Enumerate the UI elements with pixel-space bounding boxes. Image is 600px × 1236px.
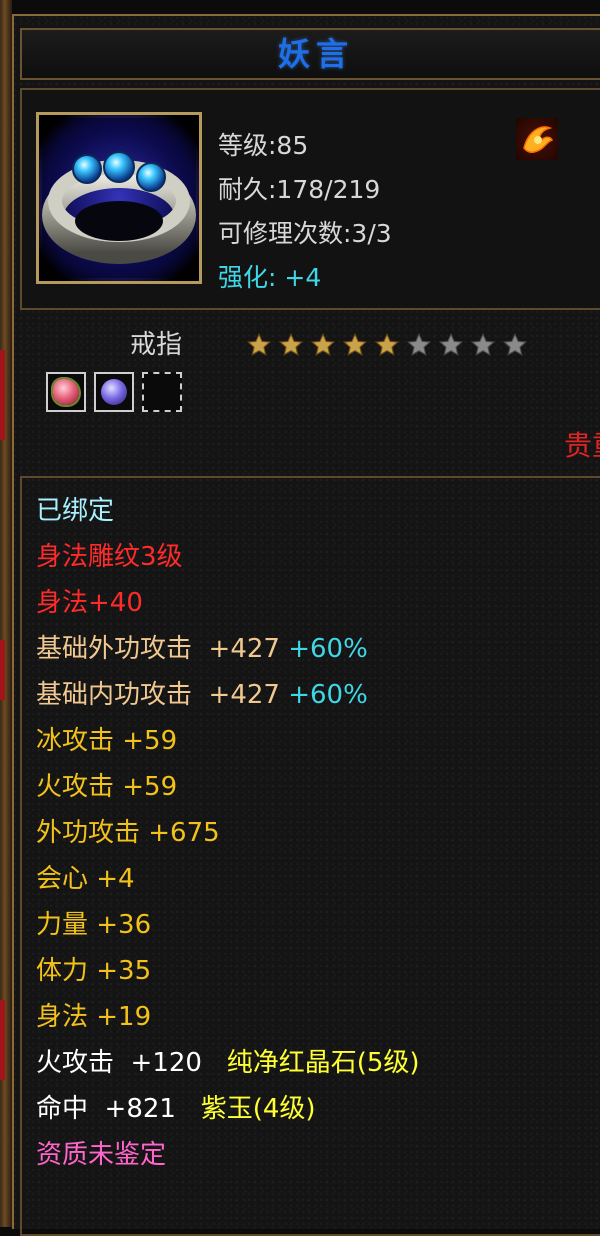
item-info: 等级:85 耐久:178/219 可修理次数:3/3 强化: +4 bbox=[20, 88, 600, 310]
item-enhance: 强化: +4 bbox=[218, 263, 322, 292]
base-external-attack-value: 基础外功攻击 +427 bbox=[36, 634, 280, 664]
item-icon-frame bbox=[36, 112, 202, 284]
gem-bonus-red: 火攻击 +120 纯净红晶石(5级) bbox=[36, 1048, 420, 1078]
purple-gem-icon bbox=[101, 379, 127, 405]
critical: 会心 +4 bbox=[36, 864, 135, 894]
base-external-attack: 基础外功攻击 +427 +60% bbox=[36, 634, 368, 664]
item-level: 等级:85 bbox=[218, 131, 309, 160]
socket-slot[interactable] bbox=[46, 372, 86, 412]
attribute-list: 已绑定 身法雕纹3级 身法+40 基础外功攻击 +427 +60% 基础内功攻击… bbox=[20, 476, 600, 1236]
edge-marker bbox=[0, 640, 5, 700]
item-type-row: 戒指 贵重 bbox=[20, 314, 600, 464]
item-repairs: 可修理次数:3/3 bbox=[218, 219, 392, 248]
left-window-edge bbox=[0, 0, 12, 1227]
gem-bonus-red-value: 火攻击 +120 bbox=[36, 1048, 219, 1078]
socket-row bbox=[46, 372, 182, 412]
item-type: 戒指 bbox=[130, 330, 183, 360]
valuable-tag: 贵重 bbox=[563, 429, 600, 462]
base-internal-attack: 基础内功攻击 +427 +60% bbox=[36, 680, 368, 710]
edge-marker bbox=[0, 1000, 5, 1080]
external-attack: 外功攻击 +675 bbox=[36, 818, 220, 848]
engrave-title: 身法雕纹3级 bbox=[36, 542, 183, 572]
star-rating bbox=[246, 332, 528, 358]
edge-marker bbox=[0, 350, 5, 440]
star-empty-icon bbox=[438, 332, 464, 356]
gem-bonus-purple-value: 命中 +821 bbox=[36, 1094, 193, 1124]
star-empty-icon bbox=[502, 332, 528, 356]
ice-attack: 冰攻击 +59 bbox=[36, 726, 178, 756]
star-filled-icon bbox=[374, 332, 400, 356]
bound-status: 已绑定 bbox=[36, 496, 115, 526]
fire-attack: 火攻击 +59 bbox=[36, 772, 178, 802]
item-tooltip: 妖言 等级:85 耐久:178/219 可修理次数:3/3 强化: +4 戒指 … bbox=[12, 14, 600, 1236]
strength: 力量 +36 bbox=[36, 910, 152, 940]
star-empty-icon bbox=[470, 332, 496, 356]
stamina: 体力 +35 bbox=[36, 956, 152, 986]
quality-status: 资质未鉴定 bbox=[36, 1140, 167, 1170]
engrave-bonus: 身法+40 bbox=[36, 588, 143, 618]
star-filled-icon bbox=[246, 332, 272, 356]
red-gem-icon bbox=[53, 379, 79, 405]
star-filled-icon bbox=[342, 332, 368, 356]
socket-slot[interactable] bbox=[94, 372, 134, 412]
gem-bonus-purple-name: 紫玉(4级) bbox=[200, 1094, 316, 1124]
item-durability: 耐久:178/219 bbox=[218, 175, 381, 204]
base-external-attack-percent: +60% bbox=[288, 634, 368, 664]
base-internal-attack-value: 基础内功攻击 +427 bbox=[36, 680, 280, 710]
gem-bonus-purple: 命中 +821 紫玉(4级) bbox=[36, 1094, 316, 1124]
star-filled-icon bbox=[278, 332, 304, 356]
star-filled-icon bbox=[310, 332, 336, 356]
star-empty-icon bbox=[406, 332, 432, 356]
ring-icon bbox=[39, 115, 199, 281]
socket-slot-empty[interactable] bbox=[142, 372, 182, 412]
school-emblem-icon bbox=[516, 118, 558, 160]
agility: 身法 +19 bbox=[36, 1002, 152, 1032]
gem-bonus-red-name: 纯净红晶石(5级) bbox=[226, 1048, 420, 1078]
base-internal-attack-percent: +60% bbox=[288, 680, 368, 710]
item-name: 妖言 bbox=[277, 35, 354, 73]
title-bar: 妖言 bbox=[20, 28, 600, 80]
